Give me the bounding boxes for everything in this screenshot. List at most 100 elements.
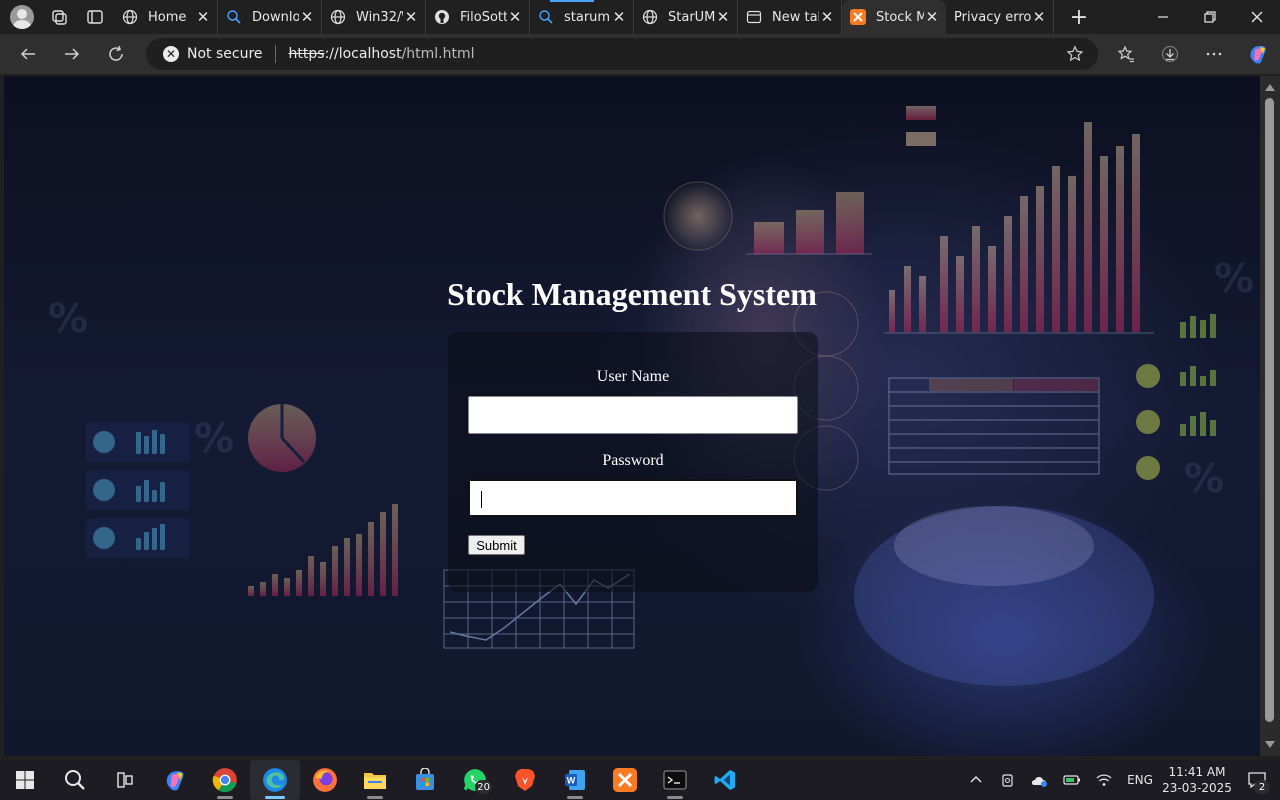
background-decoration: % — [1184, 456, 1225, 502]
restore-icon[interactable] — [1186, 0, 1233, 34]
newtab-icon — [746, 9, 762, 25]
search-icon — [226, 9, 242, 25]
scroll-down-icon[interactable] — [1265, 741, 1275, 748]
forward-arrow-icon[interactable] — [56, 38, 88, 70]
background-decoration: % — [194, 416, 235, 462]
system-tray: ENG 11:41 AM 23-03-2025 2 — [960, 760, 1280, 800]
tab-title: Win32/\ — [356, 9, 403, 25]
tab-title: Downlo — [252, 9, 299, 25]
tab-title: FiloSott — [460, 9, 507, 25]
submit-button[interactable]: Submit — [468, 535, 525, 555]
brave-icon[interactable] — [500, 760, 550, 800]
close-tab-icon[interactable]: ✕ — [611, 8, 627, 26]
close-tab-icon[interactable]: ✕ — [1031, 8, 1047, 26]
favorite-star-icon[interactable] — [1066, 45, 1084, 63]
loading-indicator — [550, 0, 594, 2]
firefox-icon[interactable] — [300, 760, 350, 800]
terminal-icon[interactable] — [650, 760, 700, 800]
close-tab-icon[interactable]: ✕ — [924, 8, 940, 26]
url-scheme: https — [288, 46, 325, 62]
tab-new-tab[interactable]: New tal ✕ — [738, 0, 842, 34]
close-tab-icon[interactable]: ✕ — [195, 8, 211, 26]
tab-title: StarUMI — [668, 9, 715, 25]
security-status[interactable]: Not secure — [187, 46, 263, 62]
tab-stock-management[interactable]: Stock M ✕ — [842, 0, 946, 34]
close-tab-icon[interactable]: ✕ — [507, 8, 523, 26]
more-options-icon[interactable] — [1192, 38, 1236, 70]
notification-count: 2 — [1254, 780, 1270, 794]
scroll-up-icon[interactable] — [1265, 84, 1275, 91]
warning-icon[interactable]: ✕ — [163, 46, 179, 62]
file-explorer-icon[interactable] — [350, 760, 400, 800]
tab-home[interactable]: Home ✕ — [114, 0, 218, 34]
search-icon — [538, 9, 554, 25]
workspaces-icon[interactable] — [48, 6, 70, 28]
copilot-icon[interactable] — [150, 760, 200, 800]
close-window-icon[interactable] — [1233, 0, 1280, 34]
language-indicator[interactable]: ENG — [1120, 760, 1160, 800]
tab-win32[interactable]: Win32/\ ✕ — [322, 0, 426, 34]
back-arrow-icon[interactable] — [12, 38, 44, 70]
globe-icon — [642, 9, 658, 25]
start-icon[interactable] — [0, 760, 50, 800]
tab-staruml[interactable]: StarUMI ✕ — [634, 0, 738, 34]
edge-icon[interactable] — [250, 760, 300, 800]
tab-downloads[interactable]: Downlo ✕ — [218, 0, 322, 34]
vertical-scrollbar[interactable] — [1260, 76, 1280, 756]
url-text[interactable]: https://localhost/html.html — [289, 46, 475, 62]
close-tab-icon[interactable]: ✕ — [715, 8, 731, 26]
github-icon — [434, 9, 450, 25]
notifications-icon[interactable]: 2 — [1234, 760, 1280, 800]
login-form: User Name Password Submit — [448, 332, 818, 592]
chevron-up-icon[interactable] — [960, 760, 992, 800]
tab-staruml-search[interactable]: staruml ✕ — [530, 0, 634, 34]
new-tab-button[interactable]: + — [1062, 0, 1096, 34]
page-title: Stock Management System — [447, 276, 817, 312]
clock-time: 11:41 AM — [1168, 765, 1226, 779]
search-icon[interactable] — [50, 760, 100, 800]
favorites-icon[interactable] — [1104, 38, 1148, 70]
tab-title: Privacy error — [954, 9, 1031, 25]
tab-strip: Home ✕ Downlo ✕ Win32/\ ✕ FiloSott ✕ sta… — [0, 0, 1280, 34]
url-host: ://localhost — [324, 46, 402, 62]
onedrive-icon[interactable] — [1024, 760, 1056, 800]
address-bar[interactable]: ✕ Not secure https://localhost/html.html — [146, 38, 1098, 70]
downloads-icon[interactable] — [1148, 38, 1192, 70]
divider — [274, 45, 276, 63]
xampp-icon[interactable] — [600, 760, 650, 800]
text-caret — [481, 491, 482, 508]
running-indicator — [667, 796, 683, 799]
password-input[interactable] — [468, 479, 798, 517]
clock[interactable]: 11:41 AM 23-03-2025 — [1160, 764, 1234, 796]
wifi-icon[interactable] — [1088, 760, 1120, 800]
word-icon[interactable]: W — [550, 760, 600, 800]
username-label: User Name — [596, 368, 670, 385]
device-icon[interactable] — [992, 760, 1024, 800]
profile-avatar-icon[interactable] — [10, 5, 34, 29]
battery-icon[interactable] — [1056, 760, 1088, 800]
minimize-icon[interactable] — [1139, 0, 1186, 34]
page-viewport: % % % % Stock Management System User Nam… — [4, 76, 1260, 756]
chrome-icon[interactable] — [200, 760, 250, 800]
copilot-icon[interactable] — [1236, 38, 1280, 70]
refresh-icon[interactable] — [100, 38, 132, 70]
running-indicator — [265, 796, 285, 799]
close-tab-icon[interactable]: ✕ — [299, 8, 315, 26]
task-view-icon[interactable] — [100, 760, 150, 800]
globe-icon — [330, 9, 346, 25]
whatsapp-icon[interactable]: 20 — [450, 760, 500, 800]
tab-filosottile[interactable]: FiloSott ✕ — [426, 0, 530, 34]
scrollbar-thumb[interactable] — [1265, 98, 1274, 722]
store-icon[interactable] — [400, 760, 450, 800]
vscode-icon[interactable] — [700, 760, 750, 800]
close-tab-icon[interactable]: ✕ — [819, 8, 835, 26]
tab-list: Home ✕ Downlo ✕ Win32/\ ✕ FiloSott ✕ sta… — [114, 0, 1054, 34]
tab-privacy-error[interactable]: Privacy error ✕ — [946, 0, 1054, 34]
tab-title: staruml — [564, 9, 611, 25]
xampp-icon — [850, 9, 866, 25]
url-path: /html.html — [401, 46, 475, 62]
close-tab-icon[interactable]: ✕ — [403, 8, 419, 26]
tab-title: Stock M — [876, 9, 924, 25]
tab-actions-icon[interactable] — [84, 6, 106, 28]
username-input[interactable] — [468, 396, 798, 434]
